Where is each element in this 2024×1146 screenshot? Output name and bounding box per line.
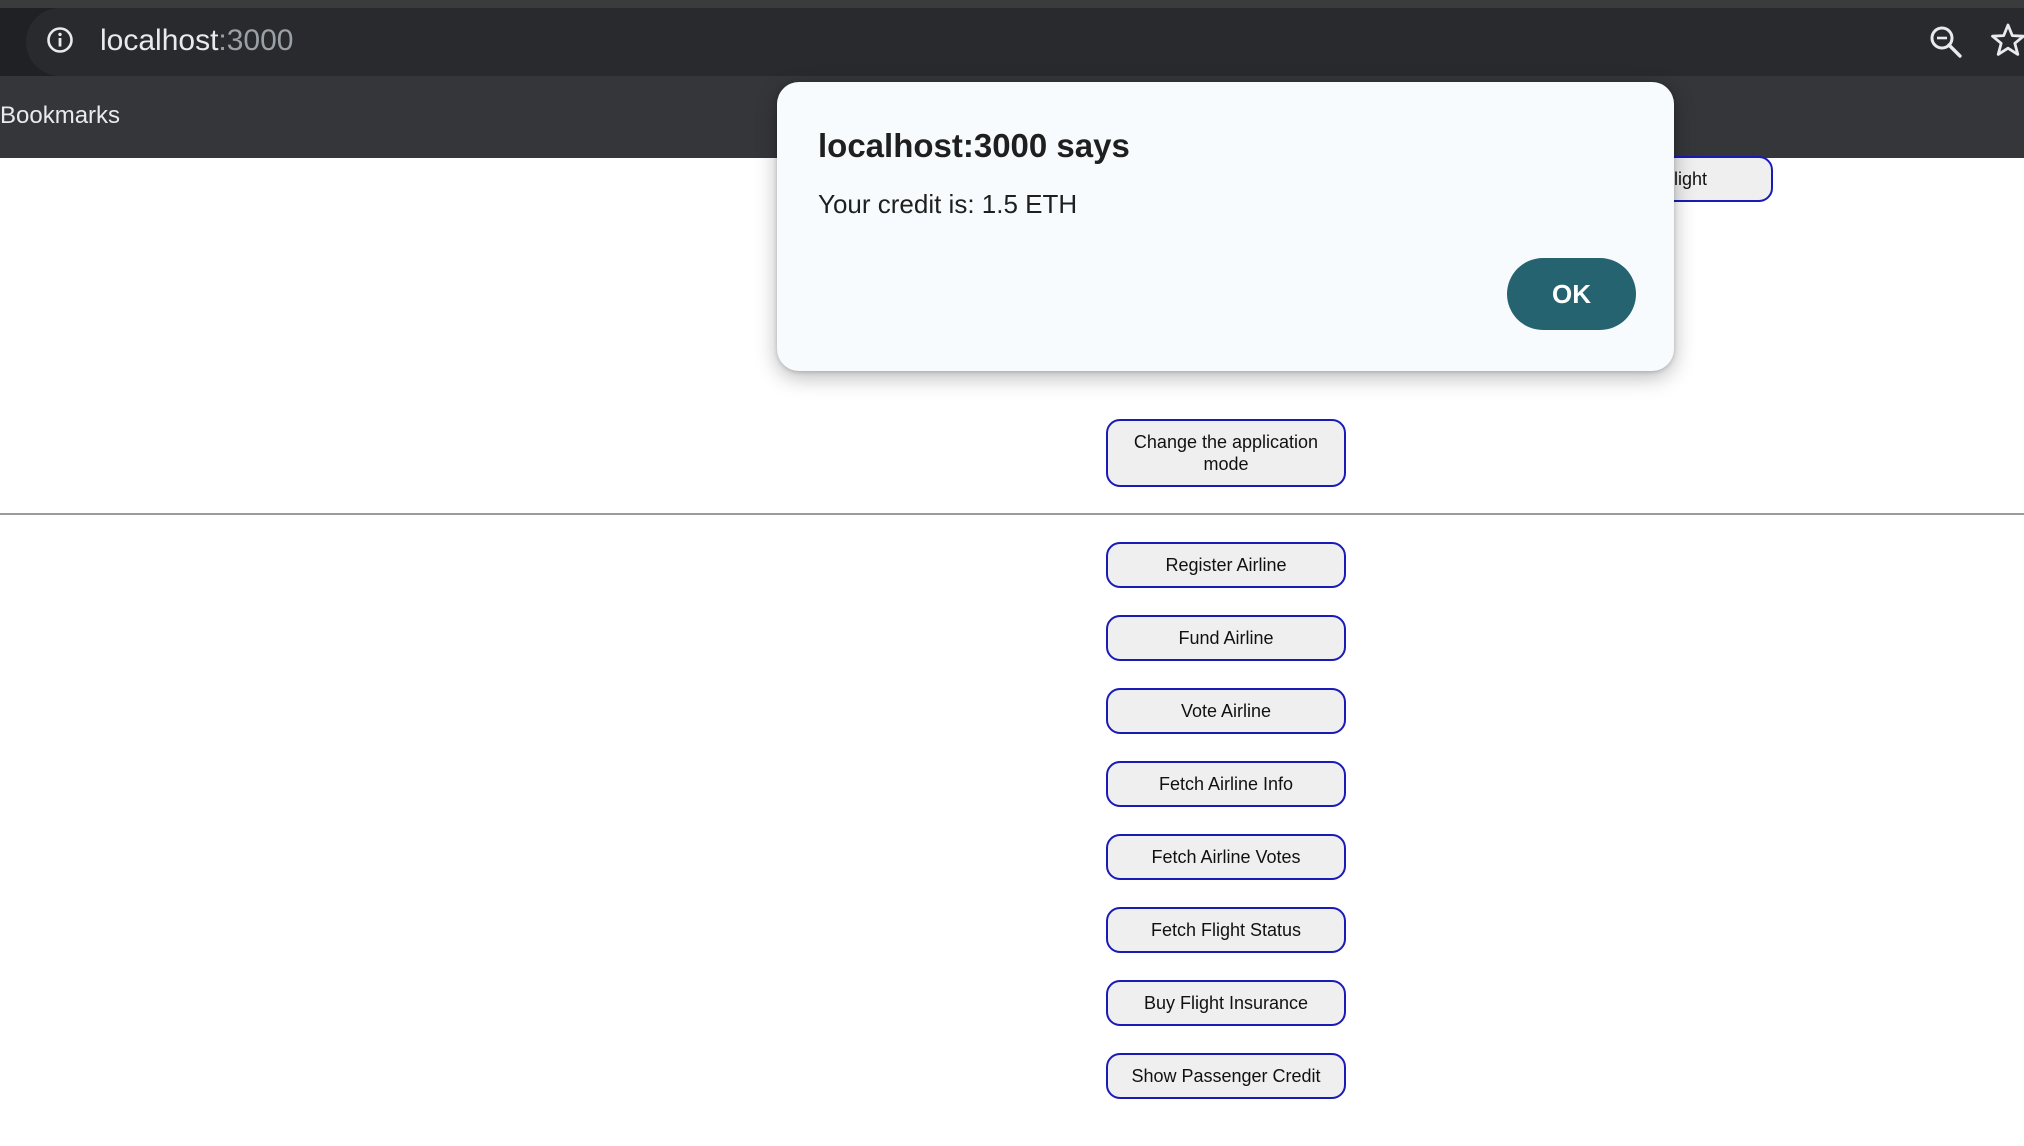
ok-button[interactable]: OK [1507,258,1636,330]
address-bar[interactable] [26,8,2024,76]
info-icon[interactable] [46,26,74,54]
buy-flight-insurance-button[interactable]: Buy Flight Insurance [1106,980,1346,1026]
dialog-title: localhost:3000 says [818,127,1130,164]
show-passenger-credit-button[interactable]: Show Passenger Credit [1106,1053,1346,1099]
fetch-airline-info-button[interactable]: Fetch Airline Info [1106,761,1346,807]
url-text[interactable]: localhost:3000 [100,18,293,64]
bookmarks-label[interactable]: Bookmarks [0,98,120,134]
change-mode-label: Change the application mode [1133,432,1319,474]
register-airline-button[interactable]: Register Airline [1106,542,1346,588]
change-mode-button[interactable]: Change the application mode [1106,419,1346,487]
url-host: localhost [100,24,219,57]
star-icon[interactable] [1990,22,2024,60]
section-divider [0,513,2024,515]
alert-dialog: localhost:3000 says Your credit is: 1.5 … [777,82,1674,371]
vote-airline-button[interactable]: Vote Airline [1106,688,1346,734]
url-port: :3000 [218,24,294,57]
dialog-message: Your credit is: 1.5 ETH [818,189,1078,219]
fund-airline-button[interactable]: Fund Airline [1106,615,1346,661]
fetch-airline-votes-button[interactable]: Fetch Airline Votes [1106,834,1346,880]
window-top-strip [0,0,2024,8]
flight-button-label: light [1674,168,1708,189]
fetch-flight-status-button[interactable]: Fetch Flight Status [1106,907,1346,953]
zoom-icon[interactable] [1928,24,1964,60]
